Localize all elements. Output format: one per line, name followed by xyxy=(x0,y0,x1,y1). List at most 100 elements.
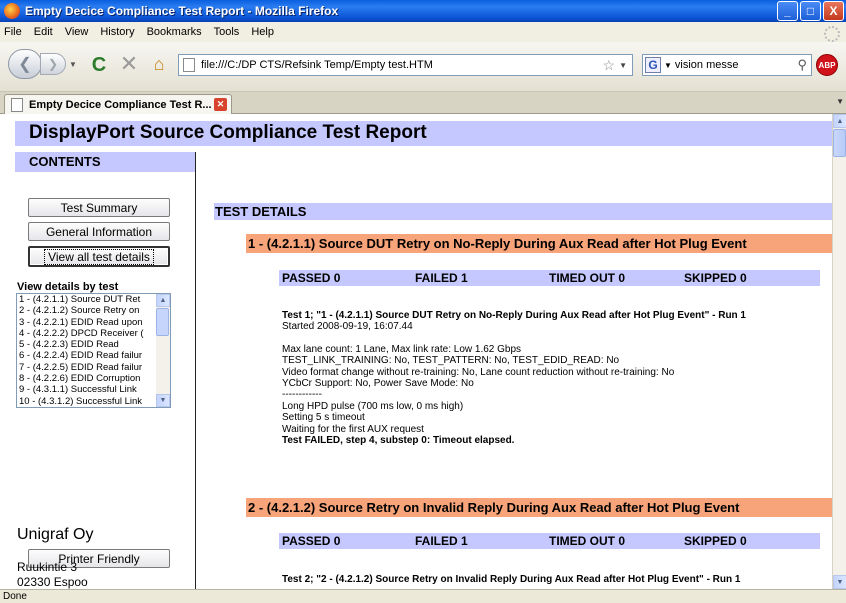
detail-line: Long HPD pulse (700 ms low, 0 ms high) xyxy=(282,400,464,412)
detail-line: YCbCr Support: No, Power Save Mode: No xyxy=(282,378,474,390)
bookmark-star-icon[interactable]: ☆ xyxy=(603,57,616,74)
reload-button[interactable]: C xyxy=(88,54,110,76)
address-line-1: Ruukintie 3 xyxy=(17,560,78,574)
maximize-button[interactable]: □ xyxy=(800,1,821,21)
status-text: Done xyxy=(3,591,27,602)
list-scrollbar[interactable]: ▲ ▼ xyxy=(156,294,170,407)
adblock-icon[interactable]: ABP xyxy=(816,54,838,76)
passed-count: PASSED 0 xyxy=(282,534,341,548)
test-2-title: 2 - (4.2.1.2) Source Retry on Invalid Re… xyxy=(246,498,832,517)
run-header: Test 1; "1 - (4.2.1.1) Source DUT Retry … xyxy=(282,310,746,321)
page-scroll-thumb[interactable] xyxy=(833,129,846,157)
list-item[interactable]: 10 - (4.3.1.2) Successful Link xyxy=(17,396,157,407)
page-title: DisplayPort Source Compliance Test Repor… xyxy=(29,122,427,143)
test-list-box[interactable]: 1 - (4.2.1.1) Source DUT Ret 2 - (4.2.1.… xyxy=(16,293,171,408)
list-item[interactable]: 8 - (4.2.2.6) EDID Corruption xyxy=(17,373,157,384)
scroll-down-icon[interactable]: ▼ xyxy=(156,394,170,407)
url-dropdown-icon[interactable]: ▼ xyxy=(619,61,627,70)
url-text[interactable]: file:///C:/DP CTS/Refsink Temp/Empty tes… xyxy=(201,59,603,71)
failed-count: FAILED 1 xyxy=(415,534,468,548)
skipped-count: SKIPPED 0 xyxy=(684,534,747,548)
scroll-down-icon[interactable]: ▼ xyxy=(833,575,846,589)
tab-close-icon[interactable]: ✕ xyxy=(214,98,227,111)
view-all-label: View all test details xyxy=(44,248,154,265)
stop-button[interactable]: ✕ xyxy=(118,51,140,76)
test-1-details: Test 1; "1 - (4.2.1.1) Source DUT Retry … xyxy=(282,310,746,446)
page-scrollbar[interactable]: ▲ ▼ xyxy=(832,114,846,589)
detail-line: Waiting for the first AUX request xyxy=(282,423,424,435)
history-dropdown-button[interactable]: ▼ xyxy=(67,55,79,73)
test-result: Test FAILED, step 4, substep 0: Timeout … xyxy=(282,435,515,447)
menu-view[interactable]: View xyxy=(65,26,89,38)
general-information-button[interactable]: General Information xyxy=(28,222,170,241)
menu-tools[interactable]: Tools xyxy=(214,26,240,38)
page-content: DisplayPort Source Compliance Test Repor… xyxy=(0,114,832,589)
home-icon: ⌂ xyxy=(153,53,165,74)
stop-icon: ✕ xyxy=(119,51,139,76)
list-item[interactable]: 4 - (4.2.2.2) DPCD Receiver ( xyxy=(17,328,157,339)
detail-line: TEST_LINK_TRAINING: No, TEST_PATTERN: No… xyxy=(282,355,620,367)
navigation-toolbar: ❮ ❯ ▼ C ✕ ⌂ file:///C:/DP CTS/Refsink Te… xyxy=(0,42,846,92)
timed-out-count: TIMED OUT 0 xyxy=(549,271,626,285)
started-time: Started 2008-09-19, 16:07.44 xyxy=(282,321,413,333)
firefox-icon xyxy=(4,3,20,19)
url-bar[interactable]: file:///C:/DP CTS/Refsink Temp/Empty tes… xyxy=(178,54,633,76)
window-title: Empty Decice Compliance Test Report - Mo… xyxy=(25,4,339,18)
back-button[interactable]: ❮ xyxy=(8,49,42,79)
list-item[interactable]: 9 - (4.3.1.1) Successful Link xyxy=(17,384,157,395)
chevron-down-icon: ▼ xyxy=(69,59,77,69)
passed-count: PASSED 0 xyxy=(282,271,341,285)
close-button[interactable]: X xyxy=(823,1,844,21)
tab-list-chevron-icon[interactable]: ▼ xyxy=(836,97,844,106)
menu-file[interactable]: File xyxy=(4,26,22,38)
report-header: DisplayPort Source Compliance Test Repor… xyxy=(15,121,832,146)
window-titlebar: Empty Decice Compliance Test Report - Mo… xyxy=(0,0,846,22)
test-summary-button[interactable]: Test Summary xyxy=(28,198,170,217)
run-header: Test 2; "2 - (4.2.1.2) Source Retry on I… xyxy=(282,574,741,585)
search-engine-dropdown-icon[interactable]: ▼ xyxy=(664,61,672,70)
view-all-test-details-button[interactable]: View all test details xyxy=(28,246,170,267)
timed-out-count: TIMED OUT 0 xyxy=(549,534,626,548)
search-icon[interactable]: ⚲ xyxy=(797,57,807,73)
list-item[interactable]: 2 - (4.2.1.2) Source Retry on xyxy=(17,305,157,316)
tab-strip: Empty Decice Compliance Test R... ✕ ▼ xyxy=(0,92,846,114)
status-bar: Done xyxy=(0,589,846,603)
menu-bar: File Edit View History Bookmarks Tools H… xyxy=(0,22,846,42)
test-2-details: Test 2; "2 - (4.2.1.2) Source Retry on I… xyxy=(282,574,740,585)
page-icon xyxy=(11,97,23,112)
list-item[interactable]: 1 - (4.2.1.1) Source DUT Ret xyxy=(17,294,157,305)
search-bar[interactable]: G ▼ vision messe ⚲ xyxy=(642,54,812,76)
skipped-count: SKIPPED 0 xyxy=(684,271,747,285)
failed-count: FAILED 1 xyxy=(415,271,468,285)
view-details-label: View details by test xyxy=(17,281,119,293)
forward-button[interactable]: ❯ xyxy=(40,53,66,75)
home-button[interactable]: ⌂ xyxy=(148,53,170,75)
test-1-stats: PASSED 0 FAILED 1 TIMED OUT 0 SKIPPED 0 xyxy=(279,270,820,286)
menu-history[interactable]: History xyxy=(100,26,134,38)
detail-line: Video format change without re-training:… xyxy=(282,366,675,378)
test-2-stats: PASSED 0 FAILED 1 TIMED OUT 0 SKIPPED 0 xyxy=(279,533,820,549)
throbber-icon xyxy=(824,26,840,42)
reload-icon: C xyxy=(91,53,107,76)
menu-bookmarks[interactable]: Bookmarks xyxy=(147,26,202,38)
list-item[interactable]: 7 - (4.2.2.5) EDID Read failur xyxy=(17,362,157,373)
list-scroll-thumb[interactable] xyxy=(156,308,169,336)
test-summary-label: Test Summary xyxy=(60,200,138,215)
minimize-button[interactable]: _ xyxy=(777,1,798,21)
scroll-up-icon[interactable]: ▲ xyxy=(833,114,846,128)
tab-label: Empty Decice Compliance Test R... xyxy=(29,98,212,111)
list-item[interactable]: 3 - (4.2.2.1) EDID Read upon xyxy=(17,317,157,328)
search-input[interactable]: vision messe xyxy=(675,59,798,71)
menu-edit[interactable]: Edit xyxy=(34,26,53,38)
tab-report[interactable]: Empty Decice Compliance Test R... ✕ xyxy=(4,94,232,114)
test-1-title: 1 - (4.2.1.1) Source DUT Retry on No-Rep… xyxy=(246,234,832,253)
list-item[interactable]: 6 - (4.2.2.4) EDID Read failur xyxy=(17,350,157,361)
forward-arrow-icon: ❯ xyxy=(47,57,59,71)
scroll-up-icon[interactable]: ▲ xyxy=(156,294,170,307)
page-icon xyxy=(183,58,195,72)
search-engine-icon[interactable]: G xyxy=(645,57,661,73)
list-item[interactable]: 5 - (4.2.2.3) EDID Read xyxy=(17,339,157,350)
menu-help[interactable]: Help xyxy=(251,26,274,38)
address-line-2: 02330 Espoo xyxy=(17,575,88,589)
detail-line: ------------ xyxy=(282,389,322,401)
